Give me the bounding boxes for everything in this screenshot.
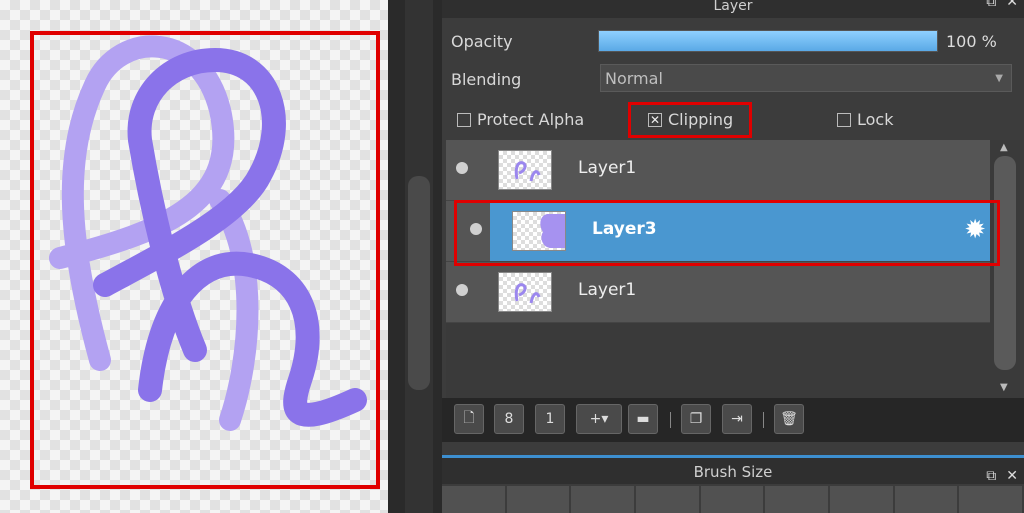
close-icon[interactable]: ✕ (1006, 0, 1018, 9)
layer-thumbnail (498, 272, 552, 312)
brush-size-cell[interactable] (959, 486, 1024, 513)
brush-size-cell[interactable] (506, 486, 572, 513)
brush-size-cell[interactable] (442, 486, 507, 513)
layer-toolbar: 🗋 8 1 +▾ ▬ ❐ ⇥ 🗑 (442, 398, 1024, 442)
opacity-slider-fill (599, 31, 937, 51)
layer-row[interactable]: Layer1 (446, 140, 990, 201)
layer-name: Layer1 (578, 158, 637, 178)
brush-panel-title: Brush Size (693, 463, 773, 481)
opacity-slider[interactable] (598, 30, 938, 52)
lock-label: Lock (857, 110, 894, 129)
add-layer-menu-icon[interactable]: +▾ (576, 404, 622, 434)
new-folder-icon[interactable]: ▬ (628, 404, 658, 434)
opacity-value: 100 % (946, 32, 997, 51)
protect-alpha-label: Protect Alpha (477, 110, 585, 129)
scroll-up-icon[interactable]: ▲ (1000, 142, 1008, 153)
brush-size-cell[interactable] (765, 486, 831, 513)
canvas-scroll-thumb[interactable] (408, 176, 430, 390)
lock-checkbox[interactable]: Lock (837, 110, 893, 129)
blending-label: Blending (451, 70, 522, 89)
brush-size-cell[interactable] (700, 486, 766, 513)
checkbox-icon (457, 112, 471, 127)
checkbox-icon (837, 112, 851, 127)
layer-panel-title-bar: Layer ⧉ ✕ (442, 0, 1024, 18)
popout-icon[interactable]: ⧉ (986, 0, 996, 9)
layer-panel-title: Layer (713, 0, 753, 14)
duplicate-layer-icon[interactable]: ❐ (681, 404, 711, 434)
blending-select[interactable]: Normal ▼ (600, 64, 1012, 92)
canvas-highlight-box (30, 31, 380, 489)
new-layer-icon[interactable]: 🗋 (454, 404, 484, 434)
drawing-canvas[interactable] (0, 0, 388, 513)
opacity-label: Opacity (451, 32, 513, 51)
brush-size-cell[interactable] (571, 486, 637, 513)
protect-alpha-checkbox[interactable]: Protect Alpha (457, 110, 584, 129)
merge-layer-icon[interactable]: ⇥ (722, 404, 752, 434)
toolbar-separator (670, 412, 671, 428)
selected-layer-highlight-box (454, 200, 1000, 266)
visibility-icon[interactable] (456, 162, 468, 174)
layer-thumbnail (498, 150, 552, 190)
brush-panel-title-bar: Brush Size ⧉ ✕ (442, 458, 1024, 484)
brush-size-panel: Brush Size ⧉ ✕ (442, 458, 1024, 513)
toolbar-separator (763, 412, 764, 428)
new-1bit-layer-icon[interactable]: 1 (535, 404, 565, 434)
visibility-icon[interactable] (456, 284, 468, 296)
clipping-highlight-box (628, 102, 752, 138)
blending-value: Normal (605, 69, 663, 88)
scroll-down-icon[interactable]: ▼ (1000, 382, 1008, 393)
brush-size-cell[interactable] (894, 486, 960, 513)
layers-list: Layer1 Layer3 ✹ Layer1 (446, 140, 990, 398)
layer-row[interactable]: Layer1 (446, 262, 990, 323)
brush-size-cell[interactable] (830, 486, 895, 513)
layer-name: Layer1 (578, 280, 637, 300)
delete-layer-icon[interactable]: 🗑 (774, 404, 804, 434)
brush-size-grid (442, 486, 1024, 513)
brush-size-cell[interactable] (636, 486, 701, 513)
chevron-down-icon: ▼ (995, 73, 1003, 84)
new-8bit-layer-icon[interactable]: 8 (494, 404, 524, 434)
